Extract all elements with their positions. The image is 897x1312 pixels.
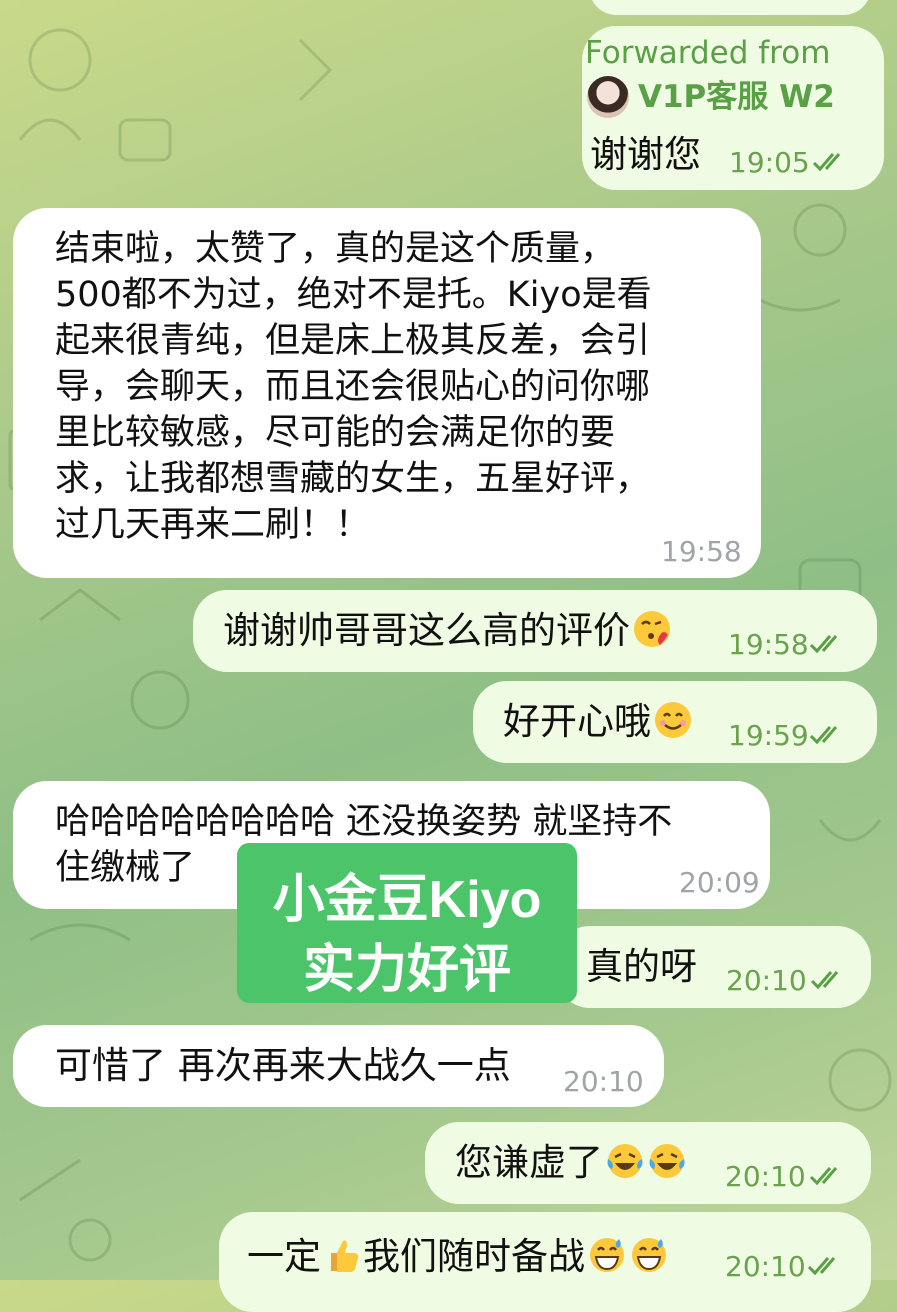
double-check-icon (810, 971, 839, 990)
forward-sender-avatar[interactable] (587, 76, 629, 118)
message-line: 哈哈哈哈哈哈哈哈 还没换姿势 就坚持不 (55, 802, 673, 842)
message-time: 20:09 (679, 866, 760, 899)
message-line: 起来很青纯，但是床上极其反差，会引 (55, 321, 651, 361)
smiling-face-icon (655, 702, 691, 738)
double-check-icon (809, 726, 838, 745)
tears-of-joy-icon (649, 1144, 685, 1178)
message-line: 求，让我都想雪藏的女生，五星好评， (55, 459, 651, 499)
message-line: 里比较敏感，尽可能的会满足你的要 (55, 413, 616, 453)
grinning-sweat-icon (632, 1238, 666, 1272)
thumbs-up-icon (331, 1240, 359, 1272)
double-check-icon (809, 1167, 838, 1186)
message-bubble-outgoing[interactable]: 真的呀 20:10 (556, 926, 871, 1008)
tears-of-joy-icon (607, 1144, 643, 1178)
message-time: 20:10 (726, 964, 807, 997)
message-bubble-outgoing[interactable]: 您谦虚了 20:10 (425, 1122, 871, 1204)
message-line: 500都不为过，绝对不是托。Kiyo是看 (55, 275, 652, 315)
forward-sender-name[interactable]: V1P客服 W2 (638, 74, 835, 120)
message-time: 20:10 (563, 1065, 644, 1098)
message-line: 结束啦，太赞了，真的是这个质量， (55, 229, 616, 269)
message-time: 19:58 (728, 628, 809, 661)
face-blowing-kiss-icon (634, 611, 670, 647)
message-bubble-outgoing[interactable]: 谢谢帅哥哥这么高的评价 19:58 (193, 590, 877, 672)
promo-overlay-label: 小金豆Kiyo 实力好评 (237, 843, 577, 1003)
message-line: 导，会聊天，而且还会很贴心的问你哪 (55, 367, 651, 407)
message-text: 您谦虚了 (455, 1140, 687, 1186)
message-text-block: 结束啦，太赞了，真的是这个质量， 500都不为过，绝对不是托。Kiyo是看 起来… (55, 226, 652, 548)
message-time: 19:58 (661, 535, 742, 568)
message-bubble-outgoing[interactable]: 一定 我们随时备战 20:10 (219, 1212, 871, 1312)
message-text: 可惜了 再次再来大战久一点 (55, 1044, 511, 1087)
double-check-icon (809, 635, 838, 654)
message-text: 谢谢您 (590, 133, 701, 176)
overlay-subtitle: 实力好评 (302, 941, 511, 999)
message-time: 20:10 (725, 1250, 806, 1283)
message-time: 19:59 (728, 719, 809, 752)
message-text: 真的呀 (586, 945, 697, 988)
grinning-sweat-icon (590, 1238, 624, 1272)
forwarded-from-label: Forwarded from (585, 35, 831, 71)
message-time: 19:05 (729, 146, 810, 179)
double-check-icon (807, 1257, 836, 1276)
message-text: 好开心哦 (503, 699, 693, 745)
message-bubble-incoming[interactable]: 结束啦，太赞了，真的是这个质量， 500都不为过，绝对不是托。Kiyo是看 起来… (13, 208, 761, 578)
message-bubble-incoming[interactable]: 可惜了 再次再来大战久一点 20:10 (13, 1025, 664, 1107)
message-text: 一定 我们随时备战 (247, 1234, 669, 1280)
message-bubble-forwarded[interactable]: Forwarded from V1P客服 W2 谢谢您 19:05 (582, 26, 884, 190)
partial-message-bubble (589, 0, 871, 15)
overlay-title: 小金豆Kiyo (272, 871, 542, 929)
message-text: 谢谢帅哥哥这么高的评价 (223, 608, 672, 654)
message-line: 过几天再来二刷！！ (55, 505, 371, 545)
message-bubble-outgoing[interactable]: 好开心哦 19:59 (473, 681, 877, 763)
message-time: 20:10 (725, 1160, 806, 1193)
double-check-icon (812, 153, 841, 172)
